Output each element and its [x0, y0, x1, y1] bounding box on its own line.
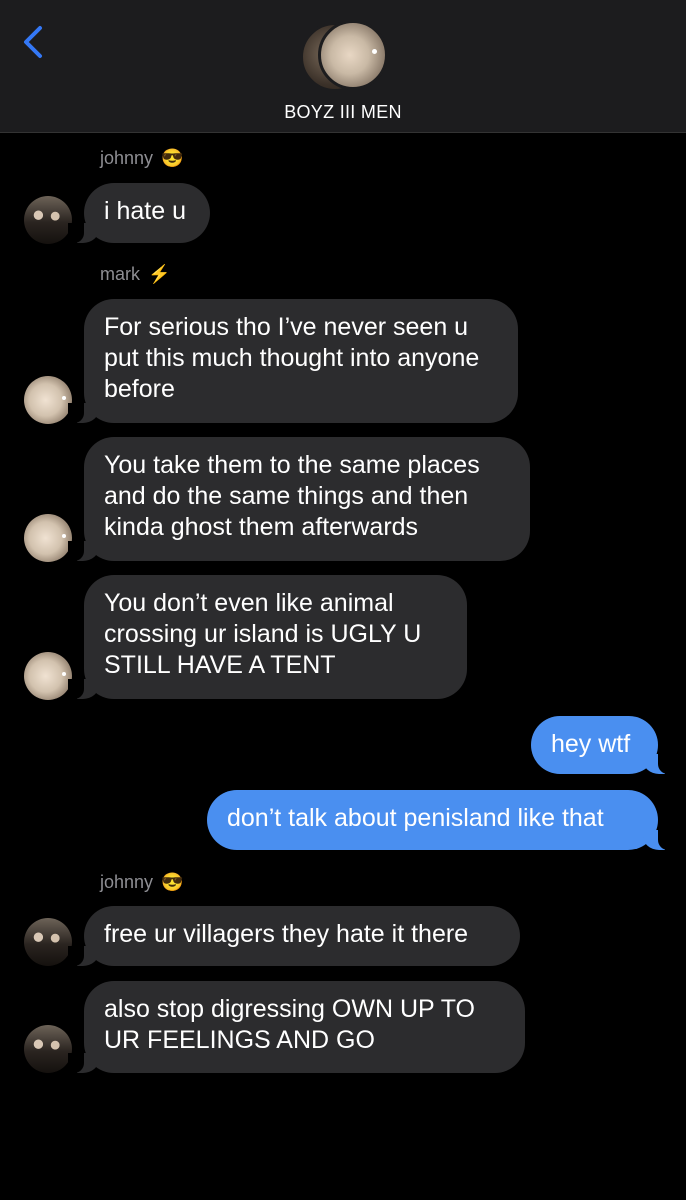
avatar-mark[interactable] — [24, 652, 72, 700]
message-bubble[interactable]: free ur villagers they hate it there — [68, 906, 520, 966]
back-chevron-icon[interactable] — [20, 24, 50, 60]
message-bubble[interactable]: For serious tho I’ve never seen u put th… — [68, 299, 518, 423]
avatar-mark[interactable] — [24, 376, 72, 424]
group-avatar[interactable] — [300, 20, 390, 92]
sender-label: mark — [100, 264, 140, 284]
message-bubble[interactable]: You take them to the same places and do … — [68, 437, 530, 561]
sent-message-bubble[interactable]: don’t talk about penisland like that — [207, 790, 674, 850]
message-bubble[interactable]: You don’t even like animal crossing ur i… — [68, 575, 467, 699]
sent-message-bubble[interactable]: hey wtf — [531, 716, 674, 774]
avatar-johnny[interactable] — [24, 1025, 72, 1073]
message-bubble[interactable]: also stop digressing OWN UP TO UR FEELIN… — [68, 981, 525, 1073]
message-bubble[interactable]: i hate u — [68, 183, 210, 243]
sender-name: johnny 😎 — [100, 872, 183, 893]
sunglasses-emoji-icon: 😎 — [161, 148, 184, 168]
sender-label: johnny — [100, 872, 154, 892]
chat-header: BOYZ III MEN — [0, 0, 686, 133]
lightning-emoji-icon: ⚡ — [148, 264, 171, 284]
group-title[interactable]: BOYZ III MEN — [0, 102, 686, 123]
sender-name: mark ⚡ — [100, 264, 170, 285]
avatar-johnny[interactable] — [24, 918, 72, 966]
avatar-mark[interactable] — [24, 514, 72, 562]
sender-name: johnny 😎 — [100, 148, 183, 169]
avatar — [318, 20, 388, 90]
avatar-johnny[interactable] — [24, 196, 72, 244]
sender-label: johnny — [100, 148, 154, 168]
sunglasses-emoji-icon: 😎 — [161, 872, 184, 892]
